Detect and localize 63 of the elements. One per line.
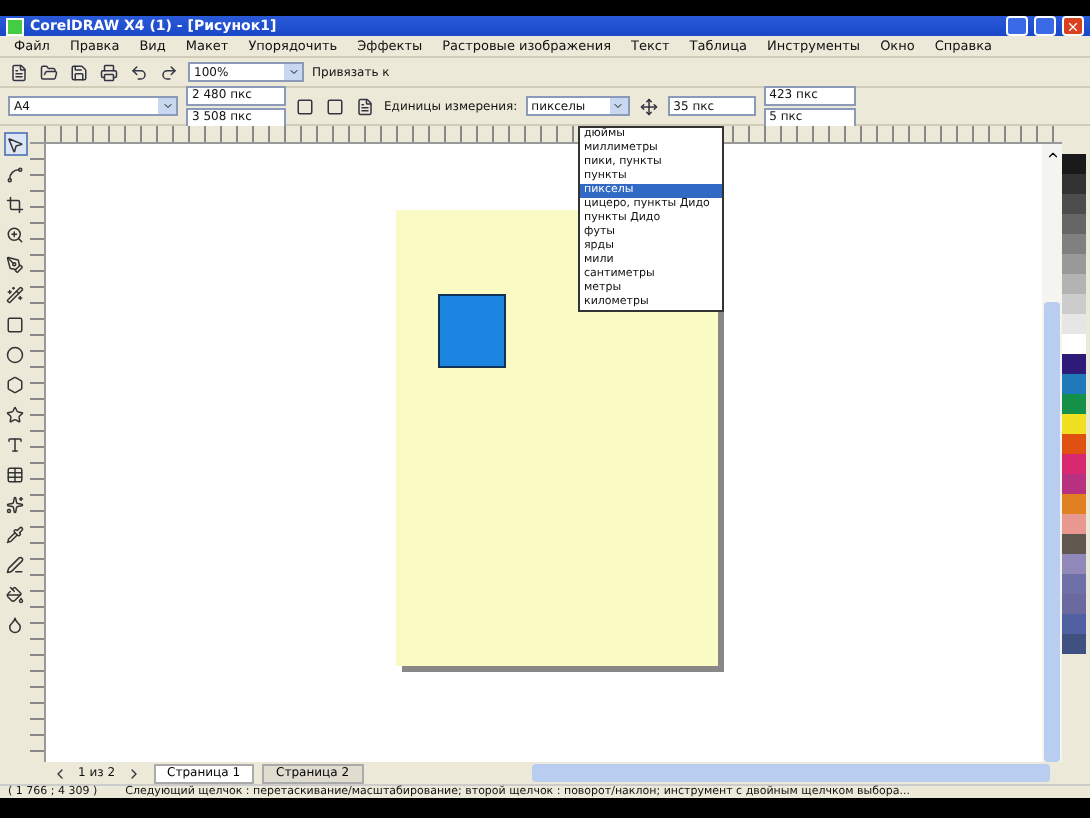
tool-icon[interactable] — [3, 312, 27, 336]
color-swatch[interactable] — [1062, 234, 1086, 254]
caret-icon[interactable] — [287, 66, 299, 78]
tool-icon[interactable] — [3, 522, 27, 546]
color-swatch[interactable] — [1062, 554, 1086, 574]
color-swatch[interactable] — [1062, 534, 1086, 554]
color-swatch[interactable] — [1062, 474, 1086, 494]
tool-icon[interactable] — [3, 432, 27, 456]
color-swatch[interactable] — [1062, 314, 1086, 334]
color-swatch[interactable] — [1062, 154, 1086, 174]
rectangle-shape[interactable] — [438, 294, 506, 368]
color-swatch[interactable] — [1062, 254, 1086, 274]
tool-icon[interactable] — [3, 552, 27, 576]
color-swatch[interactable] — [1062, 594, 1086, 614]
color-swatch[interactable] — [1062, 634, 1086, 654]
tool-icon[interactable] — [3, 222, 27, 246]
tool-icon[interactable] — [3, 252, 27, 276]
landscape-icon[interactable] — [324, 95, 346, 117]
color-swatch[interactable] — [1062, 514, 1086, 534]
color-swatch[interactable] — [1062, 614, 1086, 634]
color-swatch[interactable] — [1062, 334, 1086, 354]
page-layout-icon[interactable] — [354, 95, 376, 117]
scroll-up-icon[interactable] — [1045, 148, 1059, 162]
vertical-scrollbar[interactable] — [1042, 144, 1062, 762]
color-swatch[interactable] — [1062, 174, 1086, 194]
color-swatch[interactable] — [1062, 194, 1086, 214]
color-swatch[interactable] — [1062, 374, 1086, 394]
maximize-button[interactable] — [1034, 16, 1056, 36]
color-swatch[interactable] — [1062, 294, 1086, 314]
move-icon — [637, 95, 660, 117]
tool-icon[interactable] — [3, 162, 27, 186]
color-swatch[interactable] — [1062, 434, 1086, 454]
tool-icon[interactable] — [3, 612, 27, 636]
tool-icon[interactable] — [3, 462, 27, 486]
color-swatch[interactable] — [1062, 574, 1086, 594]
portrait-icon[interactable] — [294, 95, 316, 117]
horizontal-scrollbar[interactable] — [531, 764, 1050, 782]
color-swatch[interactable] — [1062, 214, 1086, 234]
scroll-thumb[interactable] — [1044, 302, 1060, 762]
redo-icon[interactable] — [158, 61, 180, 83]
color-swatch[interactable] — [1062, 354, 1086, 374]
save-icon[interactable] — [68, 61, 90, 83]
printer-icon[interactable] — [98, 61, 120, 83]
app-icon — [6, 17, 24, 35]
color-swatch[interactable] — [1062, 414, 1086, 434]
tool-icon[interactable] — [3, 582, 27, 606]
color-swatch[interactable] — [1062, 394, 1086, 414]
tool-icon[interactable] — [3, 132, 27, 156]
tool-icon[interactable] — [3, 372, 27, 396]
tool-icon[interactable] — [3, 282, 27, 306]
minimize-button[interactable] — [1006, 16, 1028, 36]
color-swatch[interactable] — [1062, 454, 1086, 474]
color-swatch[interactable] — [1062, 494, 1086, 514]
new-file-icon[interactable] — [8, 61, 30, 83]
folder-icon[interactable] — [38, 61, 60, 83]
tool-icon[interactable] — [3, 192, 27, 216]
caret-icon[interactable] — [161, 100, 173, 112]
color-swatch[interactable] — [1062, 274, 1086, 294]
caret-icon[interactable] — [612, 100, 625, 112]
tool-icon[interactable] — [3, 402, 27, 426]
undo-icon[interactable] — [128, 61, 150, 83]
tool-icon[interactable] — [3, 492, 27, 516]
tool-icon[interactable] — [3, 342, 27, 366]
